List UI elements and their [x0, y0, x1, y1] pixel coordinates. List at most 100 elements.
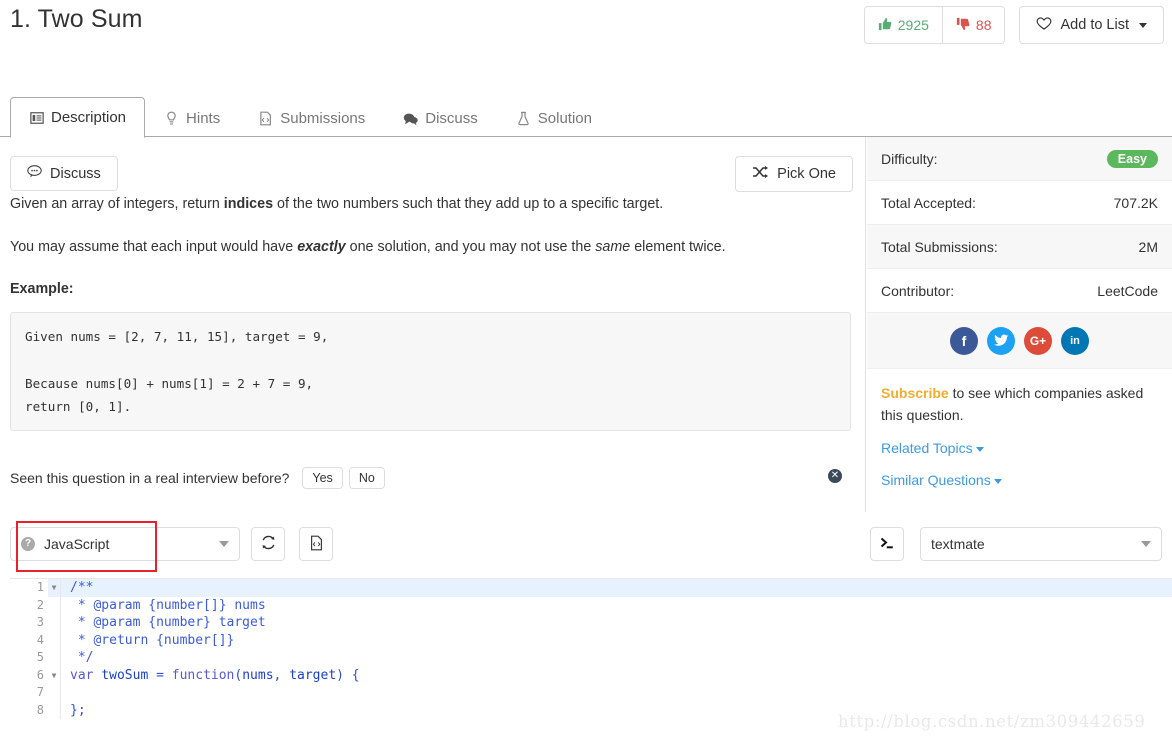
downvote-button[interactable]: 88 — [941, 7, 1005, 43]
code-token: target — [289, 667, 337, 683]
editor-line-code: * @param {number} target — [60, 614, 1172, 632]
description-body: Given an array of integers, return indic… — [0, 194, 865, 300]
chevron-down-icon — [993, 479, 1002, 485]
tab-label: Solution — [537, 110, 592, 127]
editor-line[interactable]: 2 * @param {number[]} nums — [10, 596, 1172, 615]
discuss-button[interactable]: Discuss — [10, 156, 118, 191]
description-paragraph-1: Given an array of integers, return indic… — [10, 194, 851, 215]
code-token: = — [156, 667, 172, 683]
lightbulb-icon — [164, 111, 179, 126]
help-icon[interactable]: ? — [21, 537, 35, 551]
subscribe-link[interactable]: Subscribe — [881, 385, 949, 401]
stat-label: Difficulty: — [881, 150, 938, 167]
language-value: JavaScript — [44, 536, 110, 552]
pick-one-button[interactable]: Pick One — [735, 156, 853, 192]
stat-label: Contributor: — [881, 282, 955, 299]
shuffle-icon — [752, 165, 769, 183]
editor-line[interactable]: 7 — [10, 684, 1172, 702]
desc-p1-pre: Given an array of integers, return — [10, 196, 224, 212]
code-token: , — [273, 667, 290, 683]
chevron-down-icon — [975, 447, 984, 453]
editor-line-code: */ — [60, 649, 1172, 667]
editor-line[interactable]: 4 * @return {number[]} — [10, 631, 1172, 650]
thumbs-up-icon — [878, 17, 892, 33]
downvote-count: 88 — [975, 17, 992, 33]
seen-no-button[interactable]: No — [348, 467, 385, 489]
twitter-icon[interactable] — [987, 326, 1015, 355]
upvote-button[interactable]: 2925 — [864, 7, 942, 43]
linkedin-icon[interactable]: in — [1061, 326, 1089, 355]
related-topics-label: Related Topics — [881, 440, 973, 457]
line-number: 4 — [10, 631, 48, 649]
tab-submissions[interactable]: Submissions — [239, 98, 384, 138]
code-token: }; — [70, 702, 86, 718]
fold-toggle-icon[interactable]: ▼ — [48, 667, 60, 685]
notes-icon — [309, 535, 324, 554]
tab-label: Discuss — [425, 110, 478, 127]
description-toolbar: Discuss Pick One — [0, 137, 865, 194]
difficulty-badge: Easy — [1106, 149, 1158, 168]
editor-line[interactable]: 3 * @param {number} target — [10, 614, 1172, 632]
stat-row-difficulty: Difficulty: Easy — [867, 137, 1172, 181]
reset-code-button[interactable] — [251, 527, 285, 561]
editor-line-code: /** — [60, 579, 1172, 597]
facebook-icon[interactable]: f — [950, 326, 978, 355]
tab-description[interactable]: Description — [10, 97, 146, 138]
notes-button[interactable] — [299, 527, 333, 561]
example-label: Example: — [10, 281, 74, 298]
code-token: function — [171, 667, 235, 683]
language-select[interactable]: ? JavaScript — [10, 527, 240, 561]
editor-toolbar: ? JavaScript textmate — [0, 518, 1172, 576]
stat-value: LeetCode — [1097, 282, 1158, 299]
line-number: 1 — [10, 579, 48, 597]
pick-one-label: Pick One — [777, 166, 836, 182]
tab-solution[interactable]: Solution — [497, 98, 611, 138]
fold-toggle-icon[interactable]: ▼ — [48, 579, 60, 597]
tab-hints[interactable]: Hints — [145, 98, 239, 138]
subscribe-line: Subscribe to see which companies asked t… — [881, 383, 1158, 426]
leetcode-problem-page: 1. Two Sum 2925 88 Add to List Descripti… — [0, 0, 1172, 742]
tab-label: Hints — [186, 110, 221, 127]
chat-bubble-icon — [27, 165, 42, 182]
tab-bar: Description Hints Submissions Discuss So… — [0, 88, 1172, 138]
tab-discuss[interactable]: Discuss — [384, 98, 497, 138]
similar-questions-link[interactable]: Similar Questions — [881, 472, 1158, 488]
tab-list: Description Hints Submissions Discuss So… — [0, 88, 1172, 138]
chevron-down-icon — [219, 541, 229, 547]
line-number: 2 — [10, 596, 48, 614]
editor-line[interactable]: 1 ▼ /** — [10, 579, 1172, 597]
console-icon — [878, 535, 896, 554]
stat-value: 707.2K — [1113, 194, 1158, 211]
editor-line[interactable]: 6 ▼ var twoSum = function(nums, target) { — [10, 666, 1172, 685]
code-token: ) { — [336, 667, 360, 683]
editor-line-code — [60, 684, 1172, 702]
chevron-down-icon — [1139, 22, 1147, 28]
related-topics-link[interactable]: Related Topics — [881, 440, 1158, 456]
editor-line[interactable]: 5 */ — [10, 649, 1172, 667]
desc-p2-post: element twice. — [630, 238, 726, 255]
linkedin-glyph: in — [1070, 334, 1080, 347]
tab-label: Submissions — [280, 110, 366, 127]
close-icon[interactable]: ✕ — [828, 469, 842, 483]
page-header: 1. Two Sum 2925 88 Add to List — [0, 0, 1172, 78]
heart-icon — [1036, 16, 1052, 35]
editor-line-code: * @return {number[]} — [60, 631, 1172, 649]
code-token: * @return {number[]} — [70, 632, 235, 648]
google-plus-icon[interactable]: G+ — [1024, 326, 1052, 355]
line-number: 3 — [10, 614, 48, 632]
problem-description-panel: Discuss Pick One Given an array of integ… — [0, 137, 866, 512]
console-button[interactable] — [870, 527, 904, 561]
add-to-list-button[interactable]: Add to List — [1019, 6, 1164, 44]
theme-select[interactable]: textmate — [920, 527, 1162, 561]
reset-icon — [260, 534, 277, 554]
chevron-down-icon — [1141, 541, 1151, 547]
desc-p2-italic: same — [595, 238, 631, 255]
seen-yes-button[interactable]: Yes — [302, 467, 343, 489]
sidebar-links: Subscribe to see which companies asked t… — [867, 369, 1172, 488]
chat-bubble-icon — [403, 111, 418, 126]
vote-group: 2925 88 — [863, 6, 1006, 44]
